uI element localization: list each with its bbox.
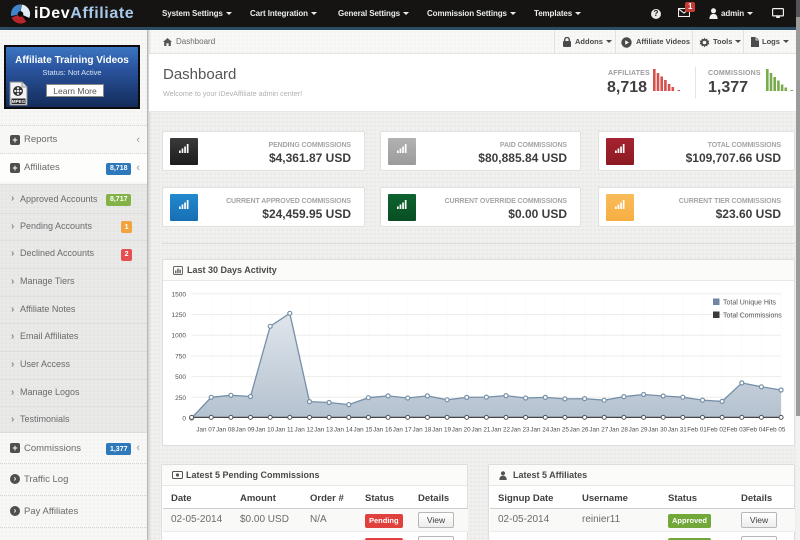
svg-text:Jan 26: Jan 26	[570, 427, 589, 434]
svg-text:Jan 19: Jan 19	[432, 427, 451, 434]
svg-text:Jan 15: Jan 15	[353, 427, 372, 434]
svg-text:Jan 29: Jan 29	[629, 427, 648, 434]
svg-text:Jan 10: Jan 10	[255, 427, 274, 434]
svg-text:Feb 04: Feb 04	[746, 427, 766, 434]
svg-text:Total Unique Hits: Total Unique Hits	[723, 300, 776, 307]
svg-text:1500: 1500	[172, 291, 187, 298]
svg-text:Jan 11: Jan 11	[275, 427, 294, 434]
svg-text:Feb 02: Feb 02	[707, 427, 727, 434]
svg-text:Jan 08: Jan 08	[216, 427, 235, 434]
svg-text:Jan 27: Jan 27	[589, 427, 608, 434]
svg-text:1250: 1250	[172, 312, 187, 319]
svg-text:Total Commissions: Total Commissions	[723, 313, 782, 320]
svg-text:Jan 09: Jan 09	[236, 427, 255, 434]
svg-text:Jan 23: Jan 23	[511, 427, 530, 434]
svg-text:Jan 21: Jan 21	[471, 427, 490, 434]
svg-text:1000: 1000	[172, 333, 187, 340]
svg-text:Jan 31: Jan 31	[668, 427, 687, 434]
svg-text:Jan 28: Jan 28	[609, 427, 628, 434]
svg-text:Jan 16: Jan 16	[373, 427, 392, 434]
svg-text:Jan 14: Jan 14	[334, 427, 353, 434]
svg-text:MPEG: MPEG	[12, 99, 26, 104]
svg-text:Jan 22: Jan 22	[491, 427, 510, 434]
svg-text:500: 500	[175, 374, 186, 381]
svg-text:Jan 17: Jan 17	[393, 427, 412, 434]
svg-text:0: 0	[182, 416, 186, 423]
svg-text:Jan 12: Jan 12	[295, 427, 314, 434]
svg-text:Jan 13: Jan 13	[314, 427, 333, 434]
svg-text:Feb 01: Feb 01	[687, 427, 707, 434]
svg-text:Jan 07: Jan 07	[196, 427, 215, 434]
svg-text:250: 250	[175, 395, 186, 402]
svg-text:Jan 25: Jan 25	[550, 427, 569, 434]
svg-text:Jan 18: Jan 18	[412, 427, 431, 434]
svg-text:Jan 30: Jan 30	[648, 427, 667, 434]
svg-text:Feb 05: Feb 05	[766, 427, 786, 434]
svg-text:750: 750	[175, 353, 186, 360]
svg-text:Jan 20: Jan 20	[452, 427, 471, 434]
svg-text:Feb 03: Feb 03	[726, 427, 746, 434]
svg-text:Jan 24: Jan 24	[530, 427, 549, 434]
